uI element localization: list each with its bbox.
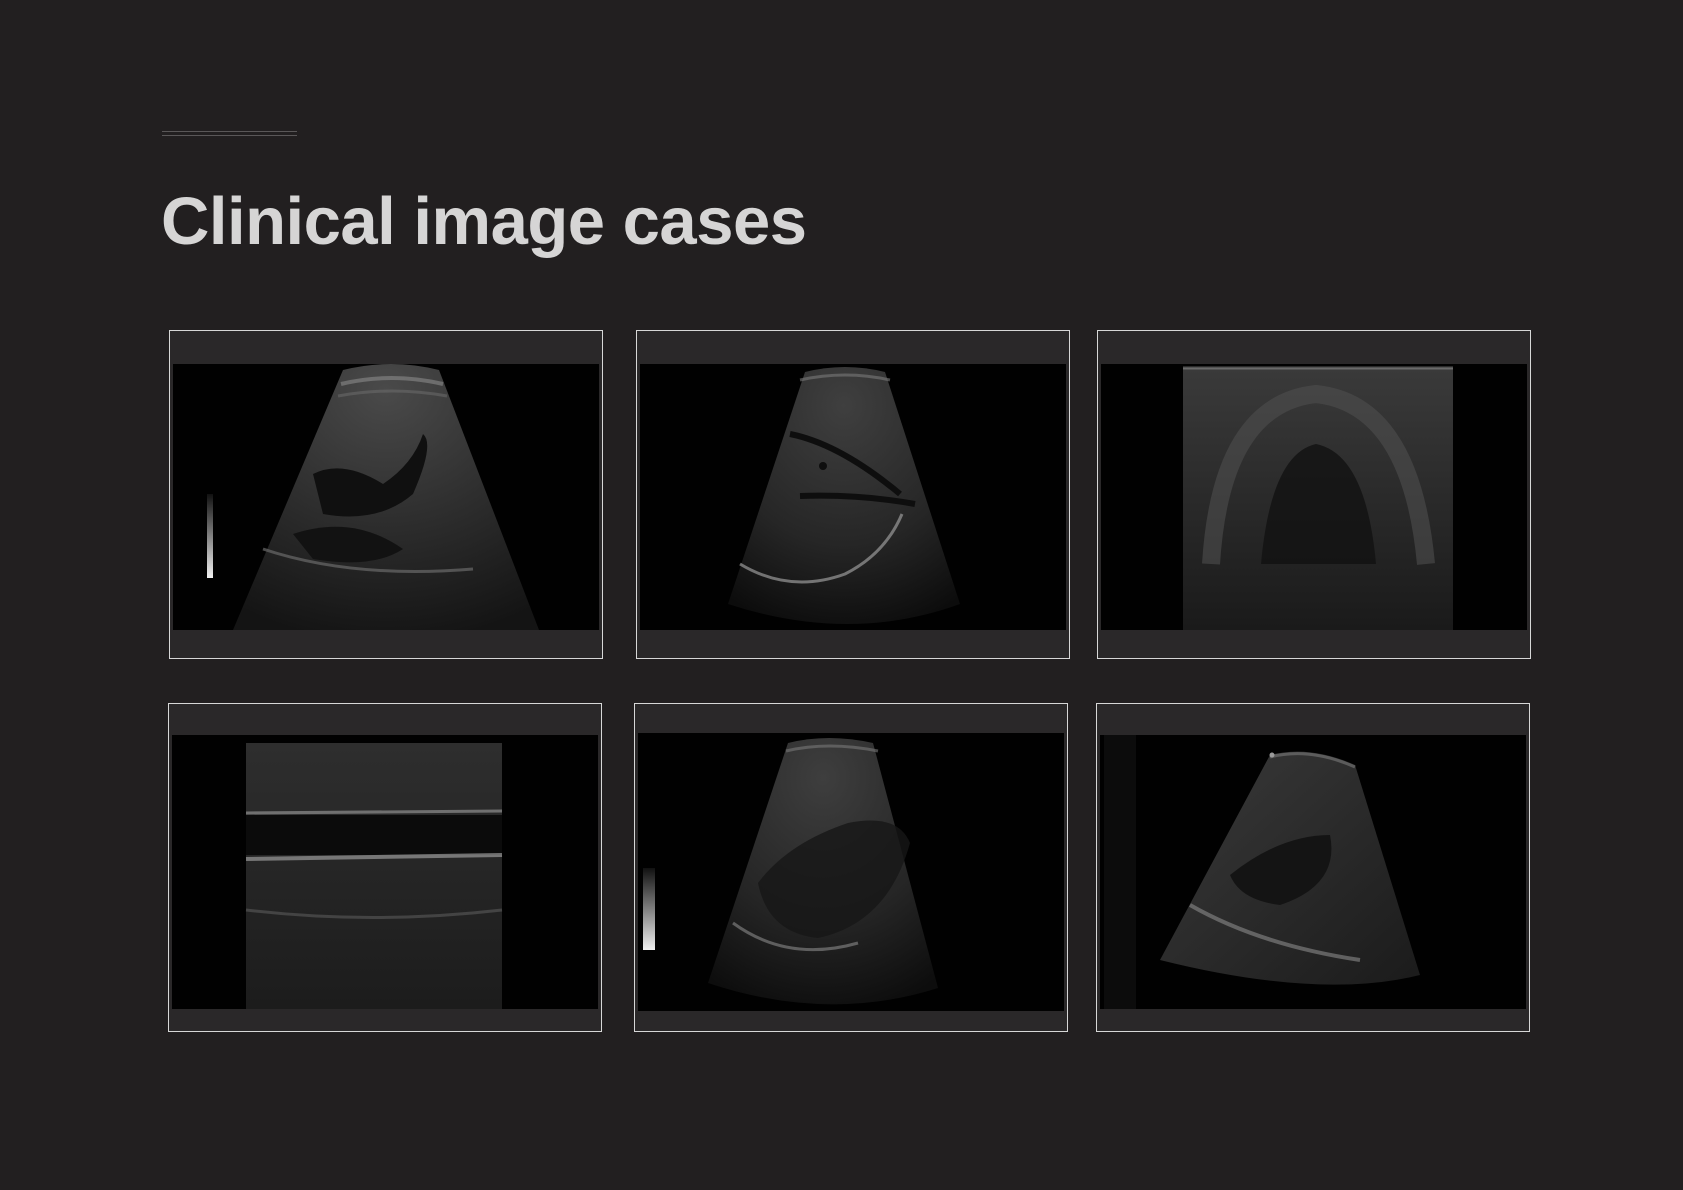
- ultrasound-image-5: [638, 733, 1064, 1011]
- ultrasound-case-3: [1097, 330, 1531, 659]
- ultrasound-image-6: [1100, 735, 1526, 1009]
- ultrasound-case-6: [1096, 703, 1530, 1032]
- slide: Clinical image cases: [0, 0, 1683, 1190]
- title-accent-rule: [162, 131, 297, 136]
- ultrasound-case-2: [636, 330, 1070, 659]
- ultrasound-image-3: [1101, 364, 1527, 630]
- ultrasound-image-2: [640, 364, 1066, 630]
- ultrasound-image-1: [173, 364, 599, 630]
- ultrasound-image-4: [172, 735, 598, 1009]
- ultrasound-case-4: [168, 703, 602, 1032]
- ultrasound-case-5: [634, 703, 1068, 1032]
- ultrasound-case-1: [169, 330, 603, 659]
- page-title: Clinical image cases: [161, 184, 807, 259]
